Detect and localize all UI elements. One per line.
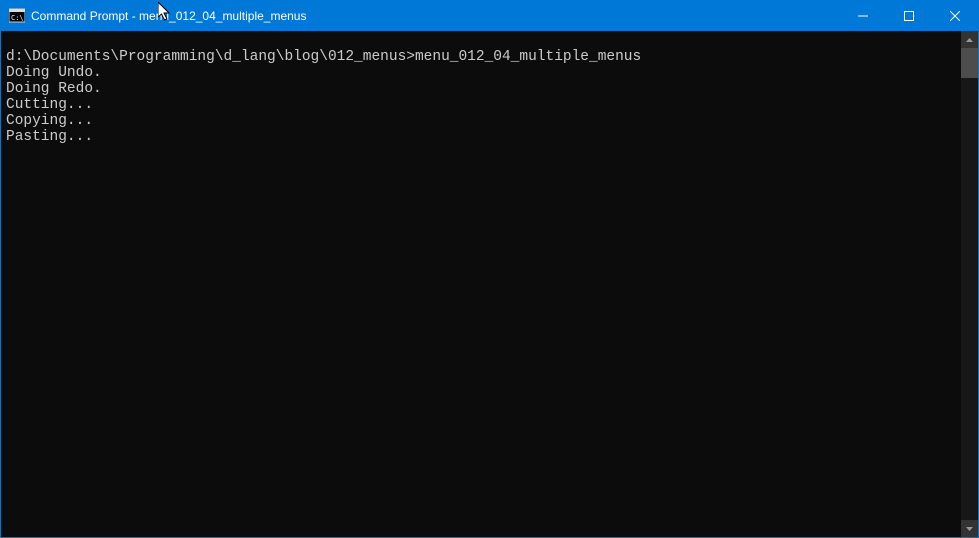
close-button[interactable]	[932, 1, 978, 31]
output-line: Doing Undo.	[6, 65, 961, 81]
output-line: Cutting...	[6, 97, 961, 113]
window-title: Command Prompt - menu_012_04_multiple_me…	[31, 9, 840, 23]
svg-text:C:\: C:\	[11, 14, 24, 22]
scroll-track[interactable]	[961, 48, 978, 520]
output-line: Doing Redo.	[6, 81, 961, 97]
scroll-up-button[interactable]	[961, 31, 978, 48]
blank-line	[6, 33, 961, 49]
vertical-scrollbar[interactable]	[961, 31, 978, 537]
output-line: Copying...	[6, 113, 961, 129]
client-area: d:\Documents\Programming\d_lang\blog\012…	[1, 31, 978, 537]
maximize-button[interactable]	[886, 1, 932, 31]
output-line: Pasting...	[6, 129, 961, 145]
command-text: menu_012_04_multiple_menus	[415, 49, 641, 65]
window-frame: C:\ Command Prompt - menu_012_04_multipl…	[0, 0, 979, 538]
scroll-down-button[interactable]	[961, 520, 978, 537]
prompt-line: d:\Documents\Programming\d_lang\blog\012…	[6, 49, 961, 65]
cmd-icon: C:\	[9, 8, 25, 24]
prompt-path: d:\Documents\Programming\d_lang\blog\012…	[6, 49, 415, 65]
title-bar[interactable]: C:\ Command Prompt - menu_012_04_multipl…	[1, 1, 978, 31]
window-controls	[840, 1, 978, 31]
terminal-output[interactable]: d:\Documents\Programming\d_lang\blog\012…	[1, 31, 961, 537]
minimize-button[interactable]	[840, 1, 886, 31]
scroll-thumb[interactable]	[961, 48, 978, 78]
